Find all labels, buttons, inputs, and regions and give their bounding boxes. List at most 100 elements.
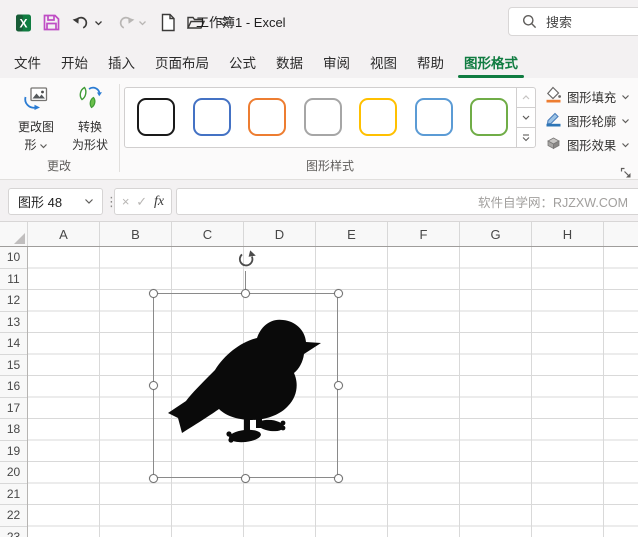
convert-to-shape-button[interactable]: 转换 为形状 — [63, 84, 117, 160]
formula-bar-row: 图形 48 ⋮ × ✓ fx 软件自学网：RJZXW.COM — [0, 180, 638, 222]
row-header-20[interactable]: 20 — [0, 462, 27, 484]
tab-审阅[interactable]: 审阅 — [313, 45, 360, 78]
undo-dropdown-chevron-icon[interactable] — [94, 20, 103, 26]
column-header-B[interactable]: B — [100, 222, 172, 246]
column-header-C[interactable]: C — [172, 222, 244, 246]
selection-handle-top-right[interactable] — [333, 288, 343, 298]
column-header-G[interactable]: G — [460, 222, 532, 246]
group-label-change: 更改 — [46, 159, 71, 173]
row-header-10[interactable]: 10 — [0, 247, 27, 269]
shape-effects-button[interactable]: 图形效果 — [545, 135, 630, 155]
tab-数据[interactable]: 数据 — [266, 45, 313, 78]
group-label-shape-styles: 图形样式 — [305, 159, 354, 173]
select-all-button[interactable] — [0, 222, 28, 246]
shape-style-swatch-2[interactable] — [192, 98, 231, 136]
row-header-16[interactable]: 16 — [0, 376, 27, 398]
shape-outline-label: 图形轮廓 — [567, 115, 617, 129]
shape-style-swatch-5[interactable] — [359, 98, 397, 136]
tab-插入[interactable]: 插入 — [98, 45, 145, 78]
row-headers: 10 11 12 13 14 15 16 17 18 19 20 21 22 23 — [0, 247, 28, 537]
row-header-22[interactable]: 22 — [0, 505, 27, 527]
selection-handle-top-left[interactable] — [148, 288, 158, 298]
tab-公式[interactable]: 公式 — [219, 45, 266, 78]
search-input[interactable]: 搜索 — [508, 7, 638, 36]
row-header-12[interactable]: 12 — [0, 290, 27, 312]
selection-handle-bottom-left[interactable] — [148, 473, 158, 483]
name-box[interactable]: 图形 48 — [8, 188, 103, 215]
name-box-chevron-icon[interactable] — [84, 198, 102, 205]
shape-fill-button[interactable]: 图形填充 — [545, 86, 630, 108]
selection-handle-top-middle[interactable] — [241, 288, 250, 298]
search-placeholder: 搜索 — [546, 15, 573, 30]
enter-button: ✓ — [136, 193, 148, 209]
column-headers: ABCDEFGH — [0, 222, 638, 247]
column-header-partial[interactable] — [604, 222, 638, 246]
shape-style-swatch-3[interactable] — [248, 98, 286, 136]
column-header-A[interactable]: A — [28, 222, 100, 246]
chevron-down-icon — [622, 95, 630, 100]
excel-logo-icon: X — [13, 13, 33, 33]
shape-selection-border[interactable] — [153, 293, 338, 478]
tab-开始[interactable]: 开始 — [51, 45, 98, 78]
gallery-scroll-down-button[interactable] — [517, 108, 535, 128]
shape-effects-label: 图形效果 — [567, 139, 617, 153]
selection-handle-middle-left[interactable] — [148, 381, 158, 390]
redo-button — [115, 14, 136, 31]
document-title: 工作簿1 - Excel — [196, 15, 286, 30]
fill-bucket-icon — [545, 86, 562, 108]
cancel-button: × — [121, 194, 130, 209]
excel-window: X 工作簿1 - Excel 搜索 文件 开始 插入 页面布局 公式 数据 审阅… — [0, 0, 638, 537]
selection-handle-middle-right[interactable] — [333, 381, 343, 390]
tab-视图[interactable]: 视图 — [360, 45, 407, 78]
outline-pen-icon — [545, 110, 562, 132]
selection-handle-bottom-right[interactable] — [333, 473, 343, 483]
row-header-13[interactable]: 13 — [0, 312, 27, 333]
row-header-23[interactable]: 23 — [0, 527, 27, 537]
convert-to-shape-icon — [76, 84, 104, 117]
shape-style-swatch-1[interactable] — [137, 98, 175, 136]
shape-fill-label: 图形填充 — [567, 91, 617, 105]
rotation-handle[interactable] — [235, 249, 257, 271]
column-header-D[interactable]: D — [244, 222, 316, 246]
row-header-17[interactable]: 17 — [0, 398, 27, 419]
change-shape-button[interactable]: 更改图 形 — [9, 84, 63, 160]
column-header-F[interactable]: F — [388, 222, 460, 246]
column-header-E[interactable]: E — [316, 222, 388, 246]
convert-to-shape-label-line1: 转换 — [77, 120, 102, 134]
convert-to-shape-label-line2: 为形状 — [71, 138, 108, 152]
row-header-19[interactable]: 19 — [0, 441, 27, 462]
group-separator — [119, 84, 120, 172]
name-box-value: 图形 48 — [18, 195, 63, 210]
undo-button[interactable] — [71, 14, 92, 31]
formula-controls: × ✓ fx — [114, 188, 172, 215]
row-header-21[interactable]: 21 — [0, 484, 27, 505]
row-header-18[interactable]: 18 — [0, 419, 27, 441]
insert-function-button[interactable]: fx — [154, 194, 164, 210]
shape-outline-button[interactable]: 图形轮廓 — [545, 111, 630, 131]
tab-帮助[interactable]: 帮助 — [407, 45, 454, 78]
selection-handle-bottom-middle[interactable] — [241, 473, 250, 483]
tab-页面布局[interactable]: 页面布局 — [145, 45, 219, 78]
formula-input[interactable]: 软件自学网：RJZXW.COM — [176, 188, 638, 215]
quick-access-toolbar: X — [0, 0, 229, 45]
svg-text:X: X — [19, 16, 27, 30]
row-header-15[interactable]: 15 — [0, 355, 27, 376]
row-header-11[interactable]: 11 — [0, 269, 27, 290]
effects-icon — [545, 134, 562, 156]
new-document-button[interactable] — [160, 13, 176, 32]
search-icon — [522, 14, 537, 29]
shape-style-swatch-4[interactable] — [303, 98, 342, 136]
row-header-14[interactable]: 14 — [0, 333, 27, 355]
shape-style-gallery — [124, 87, 536, 148]
column-header-H[interactable]: H — [532, 222, 604, 246]
watermark-text: 软件自学网：RJZXW.COM — [478, 196, 628, 210]
tab-文件[interactable]: 文件 — [4, 45, 51, 78]
redo-dropdown-chevron-icon — [138, 20, 147, 26]
tab-图形格式[interactable]: 图形格式 — [454, 45, 528, 78]
gallery-more-button[interactable] — [517, 128, 535, 147]
change-shape-icon — [22, 84, 50, 117]
change-shape-label-line1: 更改图 — [17, 120, 54, 134]
shape-style-swatch-6[interactable] — [414, 98, 453, 136]
save-button[interactable] — [42, 13, 61, 32]
shape-style-swatch-7[interactable] — [470, 98, 508, 136]
